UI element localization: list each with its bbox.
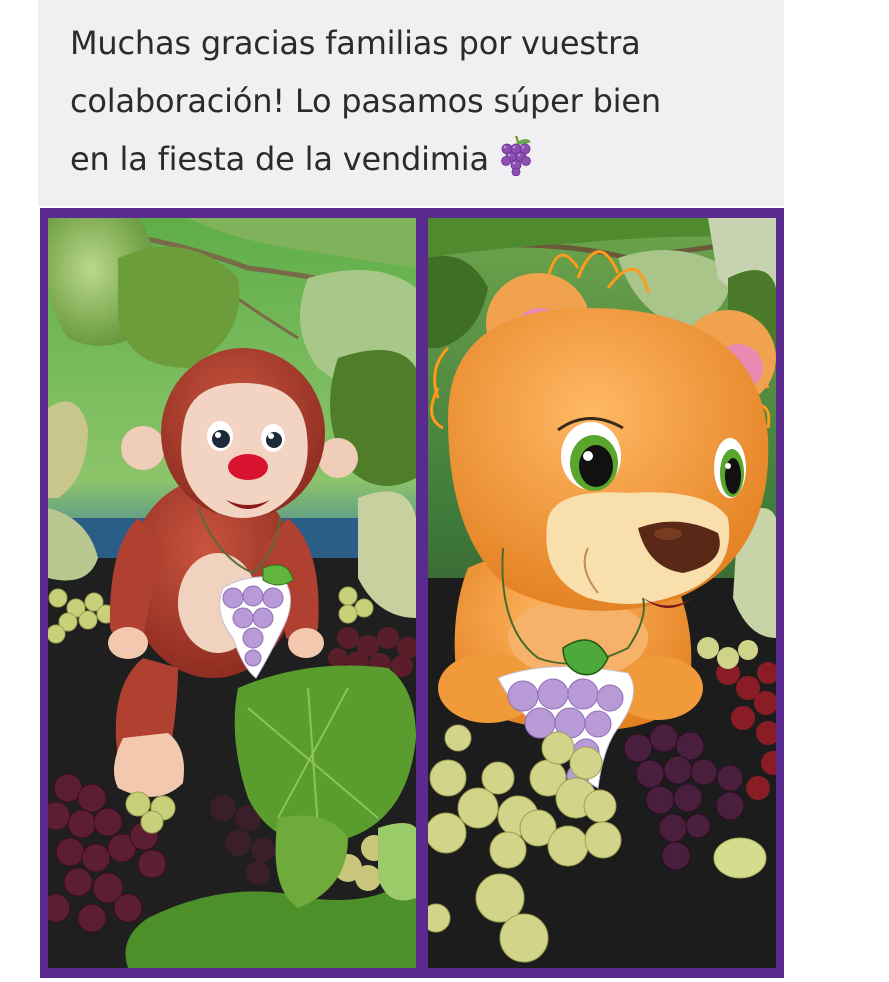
caption-line-2: colaboración! Lo pasamos súper bien xyxy=(70,82,661,120)
lion-plush-photo[interactable] xyxy=(428,218,776,968)
post-caption: Muchas gracias familias por vuestra cola… xyxy=(38,0,784,206)
photo-collage[interactable] xyxy=(40,208,784,978)
caption-line-3: en la fiesta de la vendimia xyxy=(70,140,489,178)
caption-line-1: Muchas gracias familias por vuestra xyxy=(70,24,641,62)
caption-text: Muchas gracias familias por vuestra cola… xyxy=(70,14,760,194)
grapes-icon xyxy=(497,134,535,194)
post-card: Muchas gracias familias por vuestra cola… xyxy=(38,0,784,982)
monkey-plush-photo[interactable] xyxy=(48,218,416,968)
